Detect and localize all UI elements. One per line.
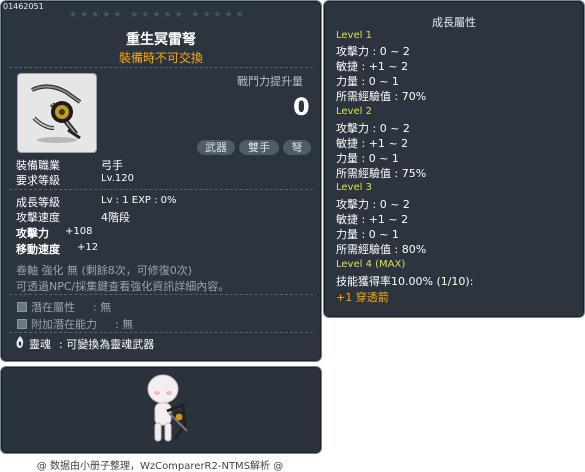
divider (9, 189, 313, 190)
growth-level-value: Lv : 1 EXP : 0% (101, 195, 177, 206)
scroll-upgrade-hint: 可透過NPC/採集鍵查看強化資訊詳細內容。 (16, 280, 230, 293)
growth-level-label: 成長等級 (16, 196, 60, 209)
level-1-stat: 所需經驗值 : 70% (336, 90, 427, 103)
level-2-stat: 敏捷 : +1 ~ 2 (336, 137, 409, 150)
additional-potential-label: 附加潛在能力 (31, 318, 97, 331)
additional-potential-value: : 無 (115, 318, 134, 331)
divider (9, 67, 313, 68)
soul-flame-icon (16, 336, 24, 348)
combat-power-label: 戰鬥力提升量 (237, 75, 303, 88)
potential-label: 潛在屬性 (31, 301, 75, 314)
level-3-stat: 攻擊力 : 0 ~ 2 (336, 198, 410, 211)
level-3-stat: 所需經驗值 : 80% (336, 243, 427, 256)
req-job-label: 裝備職業 (16, 159, 60, 172)
level-2-stat: 力量 : 0 ~ 1 (336, 152, 399, 165)
star-force-stars: ★★★★★ ★★★★★ ★★★★★ (69, 10, 247, 20)
trade-restriction-note: 裝備時不可交換 (118, 51, 203, 65)
divider (9, 332, 313, 333)
level-4-heading: Level 4 (MAX) (336, 259, 406, 270)
level-1-heading: Level 1 (336, 30, 372, 41)
level-2-stat: 所需經驗值 : 75% (336, 167, 427, 180)
potential-value: : 無 (93, 301, 112, 314)
item-name: 重生冥雷弩 (126, 32, 196, 48)
growth-stats-panel: 成長屬性 Level 1 攻擊力 : 0 ~ 2 敏捷 : +1 ~ 2 力量 … (323, 0, 585, 318)
attack-power-label: 攻擊力 (16, 227, 49, 240)
scroll-upgrade-info: 卷軸 強化 無 (剩餘8次，可修復0次) (16, 264, 193, 277)
level-4-stat: 技能獲得率10.00% (1/10): (336, 275, 474, 288)
divider (9, 294, 313, 295)
level-1-stat: 敏捷 : +1 ~ 2 (336, 60, 409, 73)
move-speed-value: +12 (77, 242, 99, 253)
req-job-value: 弓手 (101, 159, 123, 172)
potential-checkbox-icon (17, 302, 27, 312)
attack-power-value: +108 (65, 226, 93, 237)
level-3-stat: 敏捷 : +1 ~ 2 (336, 213, 409, 226)
soul-value: : 可變換為靈魂武器 (59, 338, 155, 351)
attack-speed-label: 攻擊速度 (16, 211, 60, 224)
attack-speed-value: 4階段 (101, 211, 130, 224)
move-speed-label: 移動速度 (16, 243, 60, 256)
tag-two-handed: 雙手 (239, 140, 279, 155)
item-tooltip-panel: 01462051 ★★★★★ ★★★★★ ★★★★★ 重生冥雷弩 裝備時不可交換… (0, 0, 322, 362)
item-id: 01462051 (3, 2, 44, 11)
level-1-stat: 攻擊力 : 0 ~ 2 (336, 45, 410, 58)
growth-stats-title: 成長屬性 (432, 16, 476, 29)
combat-power-value: 0 (293, 93, 310, 121)
level-1-stat: 力量 : 0 ~ 1 (336, 75, 399, 88)
tag-weapon: 武器 (197, 140, 235, 155)
footer-credit: @ 数据由小册子整理，WzComparerR2-NTMS解析 @ (36, 461, 284, 472)
character-avatar (147, 374, 188, 442)
additional-potential-checkbox-icon (17, 319, 27, 329)
req-level-label: 要求等級 (16, 174, 60, 187)
item-icon-frame (17, 73, 97, 153)
crossbow-icon (31, 84, 82, 143)
tag-crossbow: 弩 (283, 140, 311, 155)
level-3-heading: Level 3 (336, 182, 372, 193)
soul-label: 靈魂 (29, 338, 51, 351)
req-level-value: Lv.120 (101, 173, 134, 184)
character-preview-panel (0, 366, 322, 454)
level-3-stat: 力量 : 0 ~ 1 (336, 228, 399, 241)
level-2-stat: 攻擊力 : 0 ~ 2 (336, 122, 410, 135)
level-2-heading: Level 2 (336, 106, 372, 117)
skill-bonus: +1 穿透箭 (336, 291, 389, 304)
